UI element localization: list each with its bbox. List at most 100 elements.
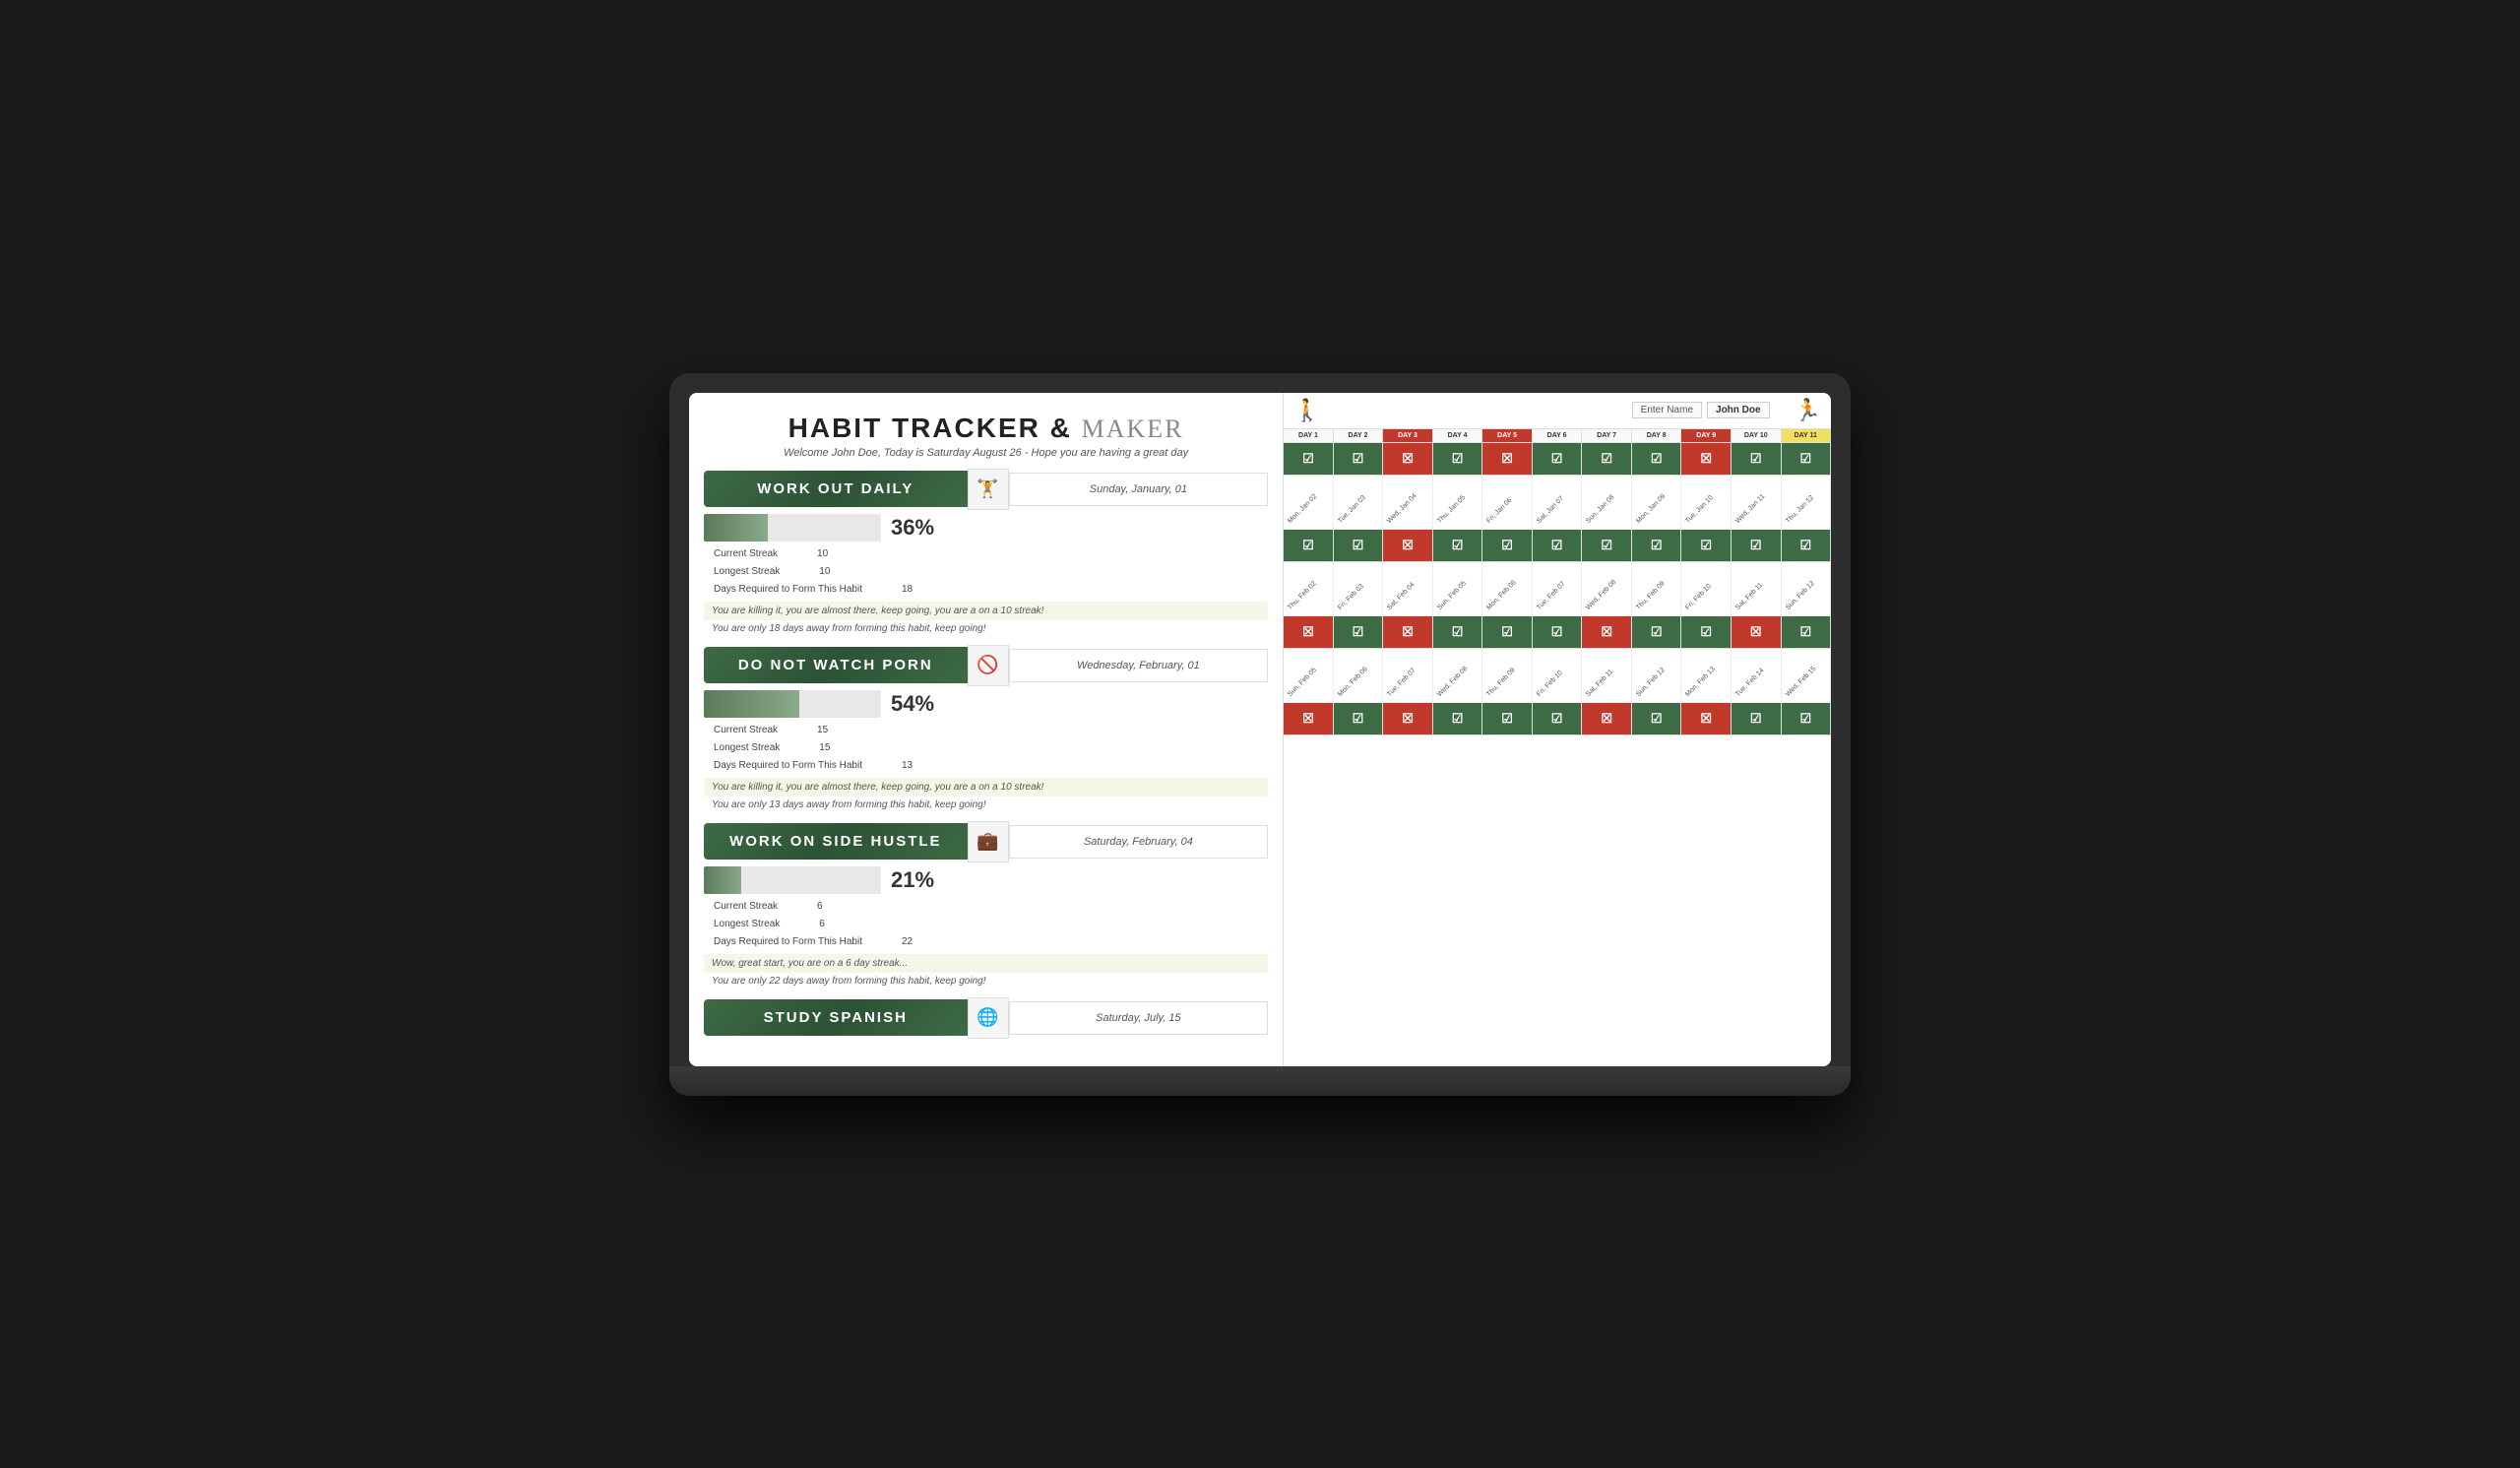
- check-2-2[interactable]: ☑: [1334, 530, 1384, 561]
- check-3-9[interactable]: ☑: [1681, 616, 1732, 648]
- progress-fill-1: [704, 514, 768, 542]
- check-4-6[interactable]: ☑: [1533, 703, 1583, 734]
- days-required-label-3: Days Required to Form This Habit: [714, 933, 862, 951]
- check-4-5[interactable]: ☑: [1482, 703, 1533, 734]
- habit-name-3[interactable]: WORK ON SIDE HUSTLE: [704, 823, 968, 860]
- habit-date-4: Saturday, July, 15: [1009, 1001, 1269, 1035]
- check-4-1[interactable]: ☒: [1284, 703, 1334, 734]
- check-2-1[interactable]: ☑: [1284, 530, 1334, 561]
- date-cell-2-8: Thu, Feb 09: [1632, 562, 1682, 616]
- day-header-2: DAY 2: [1334, 429, 1384, 442]
- check-2-5[interactable]: ☑: [1482, 530, 1533, 561]
- check-2-3[interactable]: ☒: [1383, 530, 1433, 561]
- habit-name-2[interactable]: DO NOT WATCH PORN: [704, 647, 968, 683]
- check-1-2[interactable]: ☑: [1334, 443, 1384, 475]
- laptop-screen: HABIT TRACKER & Maker Welcome John Doe, …: [689, 393, 1831, 1066]
- date-cell-2-11: Sun, Feb 12: [1782, 562, 1831, 616]
- longest-streak-val-1: 10: [819, 563, 830, 581]
- check-3-6[interactable]: ☑: [1533, 616, 1583, 648]
- check-2-11[interactable]: ☑: [1782, 530, 1831, 561]
- motivation2-2: You are only 13 days away from forming t…: [704, 797, 1268, 813]
- laptop-frame: HABIT TRACKER & Maker Welcome John Doe, …: [669, 373, 1851, 1096]
- habit-icon-1[interactable]: 🏋️: [968, 469, 1009, 510]
- check-1-5[interactable]: ☒: [1482, 443, 1533, 475]
- check-4-4[interactable]: ☑: [1433, 703, 1483, 734]
- current-streak-val-1: 10: [817, 545, 828, 563]
- check-2-6[interactable]: ☑: [1533, 530, 1583, 561]
- date-cell-2-5: Mon, Feb 06: [1482, 562, 1533, 616]
- habit-block-1: WORK OUT DAILY 🏋️ Sunday, January, 01 36…: [704, 469, 1268, 637]
- date-cell-3-5: Thu, Feb 09: [1482, 649, 1533, 703]
- check-4-2[interactable]: ☑: [1334, 703, 1384, 734]
- check-3-3[interactable]: ☒: [1383, 616, 1433, 648]
- check-3-10[interactable]: ☒: [1732, 616, 1782, 648]
- date-cell-2-1: Thu, Feb 02: [1284, 562, 1334, 616]
- date-cell-3-2: Mon, Feb 06: [1334, 649, 1384, 703]
- current-streak-label-2: Current Streak: [714, 722, 778, 739]
- current-streak-val-2: 15: [817, 722, 828, 739]
- check-3-1[interactable]: ☒: [1284, 616, 1334, 648]
- days-required-label-2: Days Required to Form This Habit: [714, 757, 862, 775]
- current-streak-label-3: Current Streak: [714, 898, 778, 916]
- name-value[interactable]: John Doe: [1707, 402, 1770, 418]
- check-4-10[interactable]: ☑: [1732, 703, 1782, 734]
- check-1-1[interactable]: ☑: [1284, 443, 1334, 475]
- date-cell-1-1: Mon, Jan 02: [1284, 476, 1334, 530]
- check-4-7[interactable]: ☒: [1582, 703, 1632, 734]
- stats-row-longest-3: Longest Streak 6: [714, 916, 1268, 933]
- date-cell-3-6: Fri, Feb 10: [1533, 649, 1583, 703]
- longest-streak-label-2: Longest Streak: [714, 739, 780, 757]
- check-1-11[interactable]: ☑: [1782, 443, 1831, 475]
- habit-name-1[interactable]: WORK OUT DAILY: [704, 471, 968, 507]
- habit-date-3: Saturday, February, 04: [1009, 825, 1269, 859]
- day-header-11: DAY 11: [1782, 429, 1831, 442]
- date-cell-3-11: Wed, Feb 15: [1782, 649, 1831, 703]
- check-1-7[interactable]: ☑: [1582, 443, 1632, 475]
- date-cell-2-2: Fri, Feb 03: [1334, 562, 1384, 616]
- check-1-3[interactable]: ☒: [1383, 443, 1433, 475]
- date-cell-1-3: Wed, Jan 04: [1383, 476, 1433, 530]
- check-3-5[interactable]: ☑: [1482, 616, 1533, 648]
- check-4-8[interactable]: ☑: [1632, 703, 1682, 734]
- habit-icon-2[interactable]: 🚫: [968, 645, 1009, 686]
- habit-block-2: DO NOT WATCH PORN 🚫 Wednesday, February,…: [704, 645, 1268, 813]
- date-cell-3-3: Tue, Feb 07: [1383, 649, 1433, 703]
- check-1-6[interactable]: ☑: [1533, 443, 1583, 475]
- habit-date-1: Sunday, January, 01: [1009, 473, 1269, 506]
- check-2-10[interactable]: ☑: [1732, 530, 1782, 561]
- stats-row-longest-1: Longest Streak 10: [714, 563, 1268, 581]
- check-2-4[interactable]: ☑: [1433, 530, 1483, 561]
- walker-icon-left: 🚶: [1293, 398, 1320, 423]
- habit-icon-4[interactable]: 🌐: [968, 997, 1009, 1039]
- check-3-2[interactable]: ☑: [1334, 616, 1384, 648]
- laptop-base: [669, 1066, 1851, 1096]
- progress-bar-2: [704, 690, 881, 718]
- percent-label-1: 36%: [891, 515, 934, 541]
- habit-icon-3[interactable]: 💼: [968, 821, 1009, 862]
- check-2-8[interactable]: ☑: [1632, 530, 1682, 561]
- check-4-3[interactable]: ☒: [1383, 703, 1433, 734]
- days-required-val-3: 22: [902, 933, 913, 951]
- check-2-9[interactable]: ☑: [1681, 530, 1732, 561]
- check-1-10[interactable]: ☑: [1732, 443, 1782, 475]
- stats-row-current-1: Current Streak 10: [714, 545, 1268, 563]
- check-4-11[interactable]: ☑: [1782, 703, 1831, 734]
- check-1-9[interactable]: ☒: [1681, 443, 1732, 475]
- habit-name-4[interactable]: STUDY SPANISH: [704, 999, 968, 1036]
- progress-fill-3: [704, 866, 741, 894]
- check-1-8[interactable]: ☑: [1632, 443, 1682, 475]
- check-3-11[interactable]: ☑: [1782, 616, 1831, 648]
- days-required-val-2: 13: [902, 757, 913, 775]
- check-4-9[interactable]: ☒: [1681, 703, 1732, 734]
- stats-1: Current Streak 10 Longest Streak 10 Days…: [704, 545, 1268, 599]
- check-2-7[interactable]: ☑: [1582, 530, 1632, 561]
- check-1-4[interactable]: ☑: [1433, 443, 1483, 475]
- date-cell-1-9: Tue, Jan 10: [1681, 476, 1732, 530]
- habit-block-3: WORK ON SIDE HUSTLE 💼 Saturday, February…: [704, 821, 1268, 989]
- check-3-7[interactable]: ☒: [1582, 616, 1632, 648]
- date-cell-3-4: Wed, Feb 08: [1433, 649, 1483, 703]
- percent-label-3: 21%: [891, 867, 934, 893]
- check-3-4[interactable]: ☑: [1433, 616, 1483, 648]
- day-header-8: DAY 8: [1632, 429, 1682, 442]
- check-3-8[interactable]: ☑: [1632, 616, 1682, 648]
